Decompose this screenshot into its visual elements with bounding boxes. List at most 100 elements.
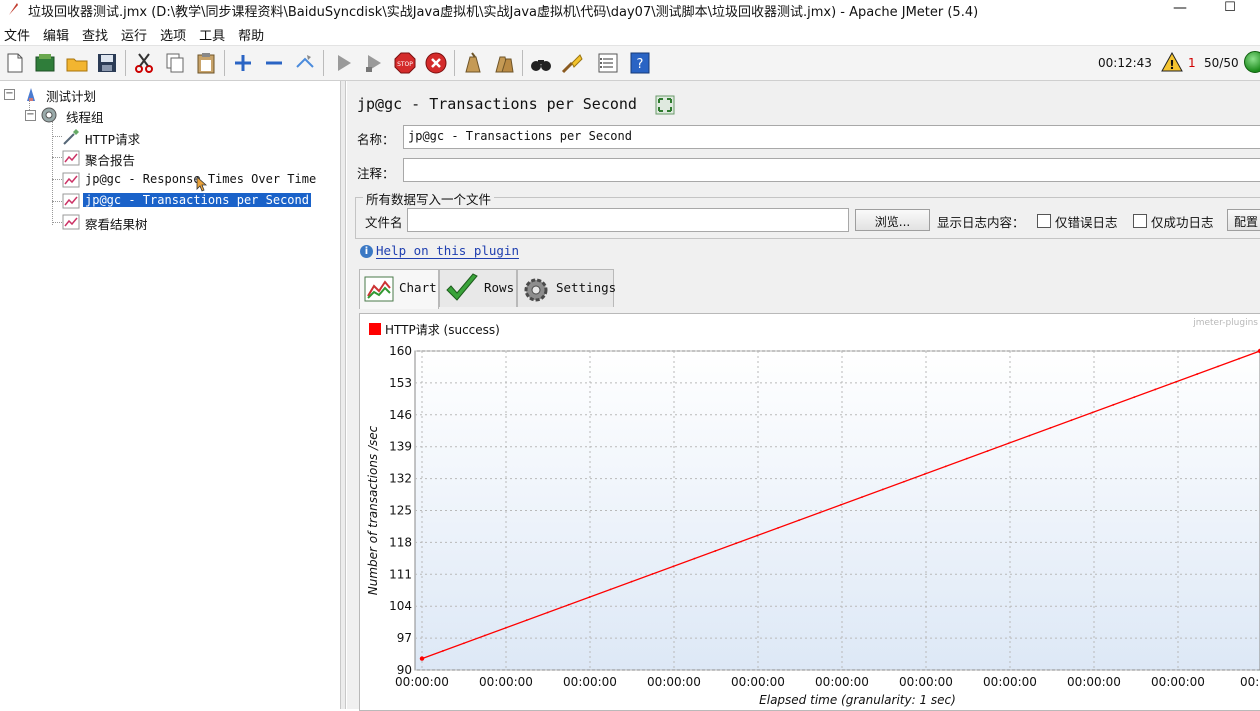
menu-help[interactable]: 帮助 [234,22,270,44]
menu-search[interactable]: 查找 [78,22,114,44]
collapse-toggle-icon[interactable]: − [25,110,36,121]
tree-item-aggregate-report[interactable]: 聚合报告 [62,148,262,168]
x-tick-label: 00:00 [1240,675,1260,689]
success-only-checkbox[interactable] [1133,214,1147,228]
tree-item-label: 测试计划 [46,89,97,104]
series-point [1091,411,1094,414]
listener-chart-icon [62,172,80,188]
listener-panel: jp@gc - Transactions per Second 名称： jp@g… [347,81,1260,711]
help-link-text[interactable]: Help on this plugin [376,243,519,259]
menu-edit[interactable]: 编辑 [39,22,75,44]
cut-icon[interactable] [132,51,156,75]
reset-search-icon[interactable] [560,51,584,75]
tree-item-thread-group[interactable]: − 线程组 [25,105,225,125]
copy-icon[interactable] [163,51,187,75]
maximize-button[interactable]: ☐ [1218,0,1242,18]
tab-settings[interactable]: Settings [517,269,617,307]
series-point [882,488,884,491]
menu-run[interactable]: 运行 [117,22,153,44]
templates-icon[interactable] [33,51,57,75]
series-point [986,450,989,452]
name-field[interactable]: jp@gc - Transactions per Second [403,125,1260,149]
y-tick-label: 97 [397,631,412,645]
series-point [1217,365,1219,368]
stop-icon[interactable]: STOP [393,51,417,75]
tab-rows[interactable]: Rows [439,269,517,307]
y-tick-label: 118 [389,535,412,549]
series-point [546,611,549,614]
y-tick-label: 125 [389,504,412,518]
open-icon[interactable] [65,51,89,75]
svg-text:?: ? [637,57,644,72]
tree-item-test-plan[interactable]: − 测试计划 [4,84,204,104]
listener-chart-icon [62,193,80,209]
running-indicator-icon [1244,51,1260,73]
name-label: 名称： [357,132,395,147]
maximize-panel-icon[interactable] [655,95,675,115]
tree-item-transactions-per-second[interactable]: jp@gc - Transactions per Second [62,191,332,211]
start-no-pauses-icon[interactable] [362,51,386,75]
write-to-file-legend: 所有数据写入一个文件 [363,189,495,208]
y-tick-label: 132 [389,472,412,486]
clear-icon[interactable] [460,51,484,75]
filename-field[interactable] [407,208,849,232]
collapse-all-icon[interactable] [262,51,286,75]
listener-chart-icon [62,150,80,166]
help-icon[interactable]: ? [628,51,652,75]
series-point [819,511,821,514]
thread-group-gear-icon [41,107,57,123]
x-tick-label: 00:00:00 [1067,675,1121,689]
series-point [1049,427,1052,429]
shutdown-icon[interactable] [424,51,448,75]
start-icon[interactable] [332,51,356,75]
series-point [735,542,738,545]
jmeter-feather-icon [9,3,18,15]
series-point [756,534,759,537]
y-ticks: 1601531461391321251181111049790 [389,344,412,677]
x-axis-label: Elapsed time (granularity: 1 sec) [759,693,956,707]
paste-icon[interactable] [194,51,218,75]
gear-icon [524,278,548,302]
series-point [419,656,425,661]
comment-field[interactable] [403,158,1260,182]
checkmark-icon [446,273,478,301]
new-icon[interactable] [3,51,27,75]
tree-item-view-results-tree[interactable]: 察看结果树 [62,212,262,232]
function-helper-icon[interactable] [596,51,620,75]
y-tick-label: 104 [389,599,412,613]
tree-item-response-times[interactable]: jp@gc - Response Times Over Time [62,170,332,192]
clear-all-icon[interactable] [492,51,516,75]
listener-chart-icon [62,214,80,230]
y-tick-label: 153 [389,376,412,390]
menu-file[interactable]: 文件 [0,22,36,44]
tree-item-http-request[interactable]: HTTP请求 [62,127,262,147]
tree-item-label: 察看结果树 [85,217,148,232]
log-content-label: 显示日志内容： [937,215,1025,230]
configure-button[interactable]: 配置 [1227,209,1260,231]
save-icon[interactable] [95,51,119,75]
expand-all-icon[interactable] [231,51,255,75]
minimize-button[interactable]: — [1168,0,1192,18]
tab-chart[interactable]: Chart [359,269,439,309]
x-tick-label: 00:00:00 [1151,675,1205,689]
tab-settings-label: Settings [556,280,617,295]
chart-area[interactable]: jmeter-plugins HTTP请求 (success) 160 153 14… [359,313,1260,711]
tree-item-label: HTTP请求 [85,132,141,147]
x-tick-label: 00:00:00 [899,675,953,689]
tab-chart-label: Chart [399,280,437,295]
chart-icon [364,276,394,302]
errors-only-checkbox[interactable] [1037,214,1051,228]
collapse-toggle-icon[interactable]: − [4,89,15,100]
panel-splitter[interactable] [341,81,346,709]
legend-label: HTTP请求 (success) [385,323,500,337]
toggle-icon[interactable] [293,51,317,75]
browse-button[interactable]: 浏览... [855,209,930,231]
series-point [944,465,947,468]
series-point [463,642,465,645]
menu-tools[interactable]: 工具 [195,22,231,44]
menu-options[interactable]: 选项 [156,22,192,44]
warning-icon[interactable]: ! [1161,52,1183,72]
title-bar: 垃圾回收器测试.jmx (D:\教学\同步课程资料\BaiduSyncdisk\… [0,0,1260,20]
x-tick-label: 00:00:00 [647,675,701,689]
search-icon[interactable] [529,51,553,75]
